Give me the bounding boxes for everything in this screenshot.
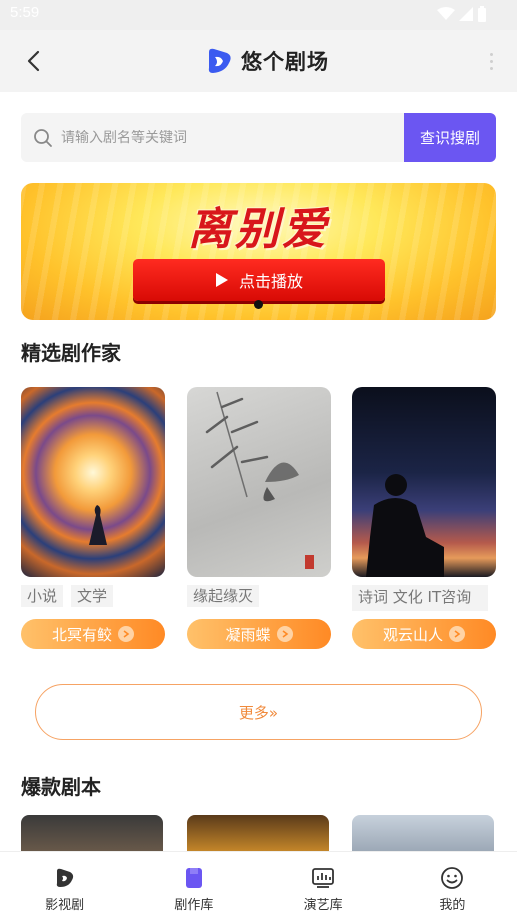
banner-title: 离别爱 (188, 204, 329, 255)
writer-name: 观云山人 (382, 625, 443, 644)
play-icon (215, 273, 228, 287)
search-icon (34, 128, 52, 147)
writer-image (21, 387, 165, 577)
bottom-tab-bar: 影视剧 剧作库 演艺库 我的 (0, 851, 517, 919)
more-writers-button[interactable]: 更多» (35, 684, 482, 740)
tab-script-library[interactable]: 剧作库 (129, 852, 258, 919)
brand: 悠个剧场 (205, 44, 329, 78)
tab-performer-library[interactable]: 演艺库 (259, 852, 388, 919)
section-title-writers: 精选剧作家 (21, 341, 121, 365)
wifi-icon (437, 7, 455, 20)
script-library-icon (182, 866, 206, 890)
page-title: 悠个剧场 (241, 50, 329, 74)
overflow-menu-button[interactable] (481, 48, 501, 74)
hot-script-card[interactable] (21, 815, 163, 853)
tab-label: 我的 (439, 898, 466, 913)
writer-name-button[interactable]: 北冥有鲛 (21, 619, 165, 649)
dot (489, 59, 493, 63)
butterfly-bamboo-art (205, 391, 314, 569)
banner-play-button[interactable]: 点击播放 (133, 259, 385, 301)
chevron-right-icon (449, 626, 465, 642)
tab-label: 影视剧 (45, 898, 85, 913)
smile-icon (440, 866, 464, 890)
status-time: 5:59 (10, 4, 40, 21)
tab-label: 演艺库 (303, 898, 343, 913)
writer-name: 凝雨蝶 (225, 625, 271, 644)
app-header: 悠个剧场 (0, 30, 517, 92)
more-vertical-icon (489, 52, 493, 56)
film-icon (53, 866, 77, 890)
writer-name-button[interactable]: 凝雨蝶 (187, 619, 331, 649)
writer-tags: 诗词 文化 IT咨询 汉语 (352, 585, 488, 611)
back-button[interactable] (18, 46, 48, 76)
signal-icon (459, 7, 473, 21)
writer-card[interactable] (187, 387, 331, 577)
status-bar: 5:59 (0, 0, 517, 30)
writer-name: 北冥有鲛 (51, 625, 112, 644)
writer-image (187, 387, 331, 577)
more-label: 更多» (238, 703, 279, 722)
section-title-hot: 爆款剧本 (21, 775, 101, 799)
writer-tag: 文学 (71, 585, 114, 607)
writer-card[interactable] (21, 387, 165, 577)
silhouette-art (366, 474, 444, 577)
tab-mine[interactable]: 我的 (388, 852, 517, 919)
writer-figure (89, 505, 107, 545)
banner-play-label: 点击播放 (238, 272, 303, 291)
search-button[interactable]: 查识搜剧 (404, 113, 496, 162)
chevron-right-icon (276, 626, 293, 642)
writer-tag: 诗词 文化 IT咨询 汉语 (352, 585, 488, 611)
writer-tags: 小说 文学 (21, 585, 114, 607)
promo-banner[interactable]: 离别爱 点击播放 (21, 183, 496, 320)
writer-tag: 缘起缘灭 (187, 585, 260, 607)
chevron-left-icon (27, 50, 40, 72)
tab-film[interactable]: 影视剧 (0, 852, 129, 919)
writer-image (352, 387, 496, 577)
status-icons (437, 6, 487, 22)
writer-name-button[interactable]: 观云山人 (352, 619, 496, 649)
tab-label: 剧作库 (174, 898, 214, 913)
writer-card[interactable] (352, 387, 496, 577)
search-input[interactable] (61, 129, 381, 146)
dot (489, 66, 493, 70)
writer-tags: 缘起缘灭 (187, 585, 260, 607)
hot-script-card[interactable] (187, 815, 329, 853)
chevron-right-icon (118, 626, 134, 642)
writer-tag: 小说 (21, 585, 64, 607)
app-logo-icon (208, 48, 231, 73)
hot-script-card[interactable] (352, 815, 494, 853)
search-bar (21, 113, 405, 162)
chart-icon (311, 866, 335, 890)
carousel-indicator (254, 300, 263, 309)
battery-icon (478, 6, 486, 22)
